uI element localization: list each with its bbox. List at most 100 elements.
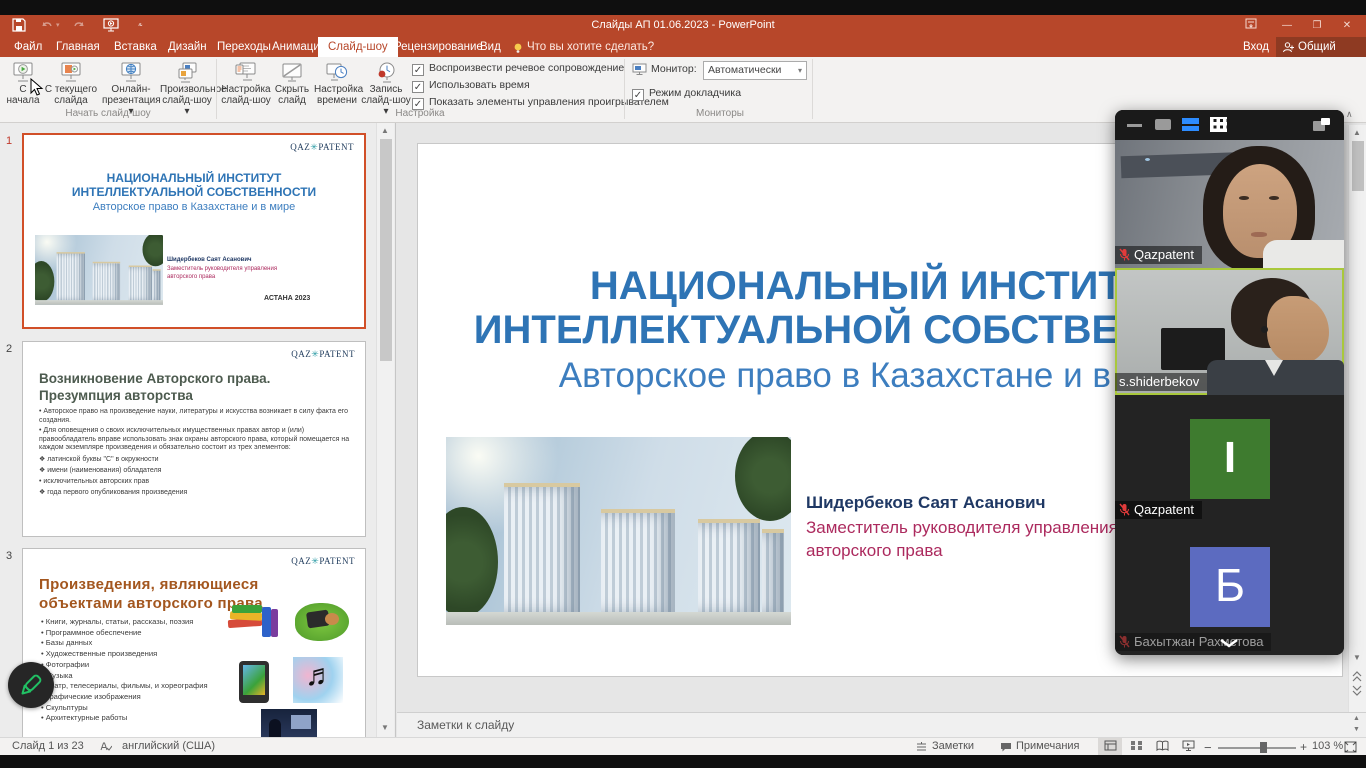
restore-button[interactable]: ❐ bbox=[1306, 18, 1328, 34]
checkbox-use-timings[interactable]: ✓Использовать время bbox=[412, 79, 530, 94]
earbud bbox=[1261, 326, 1268, 333]
thumb1-building-image bbox=[35, 235, 163, 305]
participant-name-label: s.shiderbekov bbox=[1115, 373, 1207, 391]
scroll-down-arrow[interactable]: ▼ bbox=[1353, 653, 1361, 662]
scrollbar-thumb[interactable] bbox=[1352, 141, 1364, 191]
collapse-videos-chevron[interactable] bbox=[1219, 635, 1239, 653]
notes-pane[interactable]: Заметки к слайду bbox=[397, 712, 1366, 737]
slideshow-view-button[interactable] bbox=[1176, 738, 1200, 755]
minimize-video-icon[interactable] bbox=[1127, 124, 1142, 127]
thumb3-body: • Книги, журналы, статьи, рассказы, поэз… bbox=[41, 617, 231, 724]
thumb1-presenter-role: Заместитель руководителя управления авто… bbox=[167, 266, 285, 281]
participant-name-label: Qazpatent bbox=[1115, 501, 1202, 519]
slide-thumbnail-3[interactable]: QAZ✳PATENT Произведения, являющиесяобъек… bbox=[22, 548, 366, 737]
notes-toggle[interactable]: Заметки bbox=[932, 740, 974, 752]
checkbox-presenter-view[interactable]: ✓Режим докладчика bbox=[632, 87, 741, 102]
speaker-view-icon[interactable] bbox=[1155, 119, 1171, 130]
person-shirt bbox=[1263, 240, 1344, 268]
notes-scroll-down[interactable]: ▼ bbox=[1353, 726, 1360, 733]
thumb1-presenter-name: Шидербеков Саят Асанович bbox=[167, 257, 297, 263]
slide-building-image bbox=[446, 437, 791, 625]
media-clipart bbox=[231, 661, 277, 703]
avatar-letter: Б bbox=[1190, 547, 1270, 627]
notes-toggle-icon bbox=[916, 742, 927, 756]
pencil-icon bbox=[8, 662, 54, 708]
scrollbar-thumb[interactable] bbox=[380, 139, 392, 361]
group-label-start: Начать слайд-шоу bbox=[2, 108, 214, 121]
slide-counter[interactable]: Слайд 1 из 23 bbox=[12, 740, 84, 752]
fit-to-window-icon[interactable] bbox=[1344, 741, 1357, 756]
custom-slideshow-button[interactable]: Произвольное слайд-шоу ▾ bbox=[160, 58, 214, 108]
video-tile-3[interactable]: I Qazpatent bbox=[1115, 395, 1344, 523]
tab-view[interactable]: Вид bbox=[470, 37, 511, 57]
books-clipart bbox=[226, 605, 278, 641]
chevron-down-icon: ▾ bbox=[798, 62, 802, 79]
zoom-slider-thumb[interactable] bbox=[1260, 742, 1267, 753]
collapse-ribbon-icon[interactable]: ∧ bbox=[1346, 109, 1353, 120]
zoom-out-button[interactable]: − bbox=[1204, 740, 1212, 755]
language-indicator[interactable]: английский (США) bbox=[122, 740, 215, 752]
ribbon-tab-row: Файл Главная Вставка Дизайн Переходы Ани… bbox=[0, 37, 1366, 57]
reading-view-button[interactable] bbox=[1150, 738, 1174, 755]
annotation-pencil-button[interactable] bbox=[8, 662, 54, 708]
notes-scroll-up[interactable]: ▲ bbox=[1353, 715, 1360, 722]
group-separator bbox=[216, 59, 217, 119]
mic-muted-icon bbox=[1119, 503, 1130, 516]
minimize-button[interactable]: — bbox=[1276, 18, 1298, 34]
music-clipart: ♬ bbox=[293, 657, 343, 703]
painter-clipart bbox=[295, 603, 349, 641]
zoom-in-button[interactable]: + bbox=[1300, 740, 1307, 754]
checkbox-play-narration[interactable]: ✓Воспроизвести речевое сопровождение bbox=[412, 62, 624, 77]
comments-toggle[interactable]: Примечания bbox=[1016, 740, 1080, 752]
slide-thumbnail-2[interactable]: QAZ✳PATENT Возникновение Авторского прав… bbox=[22, 341, 366, 537]
qazpatent-logo: QAZ✳PATENT bbox=[291, 556, 355, 567]
close-button[interactable]: ✕ bbox=[1336, 18, 1358, 34]
next-slide-button[interactable] bbox=[1352, 683, 1362, 701]
thumb1-number: 1 bbox=[6, 135, 20, 147]
video-tile-2-active-speaker[interactable]: s.shiderbekov bbox=[1115, 268, 1344, 395]
grid-view-icon[interactable] bbox=[1210, 117, 1227, 132]
signin-link[interactable]: Вход bbox=[1233, 37, 1279, 57]
thumb2-body: • Авторское право на произведение науки,… bbox=[39, 408, 351, 498]
scroll-up-arrow[interactable]: ▲ bbox=[1353, 128, 1361, 137]
scroll-down-arrow[interactable]: ▼ bbox=[381, 723, 389, 732]
monitor-icon bbox=[632, 63, 647, 81]
ribbon-display-options-icon[interactable] bbox=[1240, 18, 1262, 34]
zoom-meeting-panel[interactable]: Qazpatent s.shiderbekov I Qazpatent Б bbox=[1115, 110, 1344, 655]
titlebar: ▾ ⸛ Слайды АП 01.06.2023 - PowerPoint — … bbox=[0, 15, 1366, 37]
status-bar: Слайд 1 из 23 английский (США) Заметки П… bbox=[0, 737, 1366, 755]
video-tile-4[interactable]: Б Бахытжан Рахметова bbox=[1115, 523, 1344, 655]
slide-thumbnail-1[interactable]: QAZ✳PATENT НАЦИОНАЛЬНЫЙ ИНСТИТУТИНТЕЛЛЕК… bbox=[22, 133, 366, 329]
from-current-slide-button[interactable]: С текущего слайда bbox=[44, 58, 98, 108]
online-presentation-button[interactable]: Онлайн-презентация ▾ bbox=[102, 58, 160, 108]
setup-slideshow-button[interactable]: Настройка слайд-шоу bbox=[220, 58, 272, 108]
slide-sorter-view-button[interactable] bbox=[1124, 738, 1148, 755]
tab-home[interactable]: Главная bbox=[46, 37, 110, 57]
group-label-monitors: Мониторы bbox=[632, 108, 808, 121]
thumbnail-scrollbar[interactable]: ▲ ▼ bbox=[376, 123, 394, 737]
hide-slide-button[interactable]: Скрыть слайд bbox=[272, 58, 312, 108]
gallery-view-icon[interactable] bbox=[1182, 118, 1199, 131]
normal-view-button[interactable] bbox=[1098, 738, 1122, 755]
bottom-black-strip bbox=[0, 755, 1366, 768]
thumb3-number: 3 bbox=[6, 550, 20, 562]
zoom-slider-track[interactable] bbox=[1218, 747, 1296, 749]
tell-me-box[interactable]: Что вы хотите сделать? bbox=[527, 37, 654, 57]
zoom-percent[interactable]: 103 % bbox=[1312, 740, 1343, 752]
mouse-cursor bbox=[30, 78, 44, 103]
zoom-panel-header bbox=[1115, 110, 1344, 140]
checkbox-checked-icon: ✓ bbox=[632, 89, 644, 101]
scroll-up-arrow[interactable]: ▲ bbox=[381, 126, 389, 135]
top-black-strip bbox=[0, 0, 1366, 15]
rehearse-timings-button[interactable]: Настройка времени bbox=[314, 58, 360, 108]
thumb2-number: 2 bbox=[6, 343, 20, 355]
video-tile-1[interactable]: Qazpatent bbox=[1115, 140, 1344, 268]
record-slideshow-button[interactable]: Запись слайд-шоу ▾ bbox=[360, 58, 412, 108]
spellcheck-icon[interactable] bbox=[100, 741, 112, 756]
participant-name-label: Бахытжан Рахметова bbox=[1115, 633, 1271, 651]
monitor-dropdown[interactable]: Автоматически ▾ bbox=[703, 61, 807, 80]
avatar-letter: I bbox=[1190, 419, 1270, 499]
checkbox-checked-icon: ✓ bbox=[412, 64, 424, 76]
screen: ▾ ⸛ Слайды АП 01.06.2023 - PowerPoint — … bbox=[0, 0, 1366, 768]
main-scrollbar[interactable]: ▲ ▼ ▲ ▼ bbox=[1348, 125, 1366, 712]
